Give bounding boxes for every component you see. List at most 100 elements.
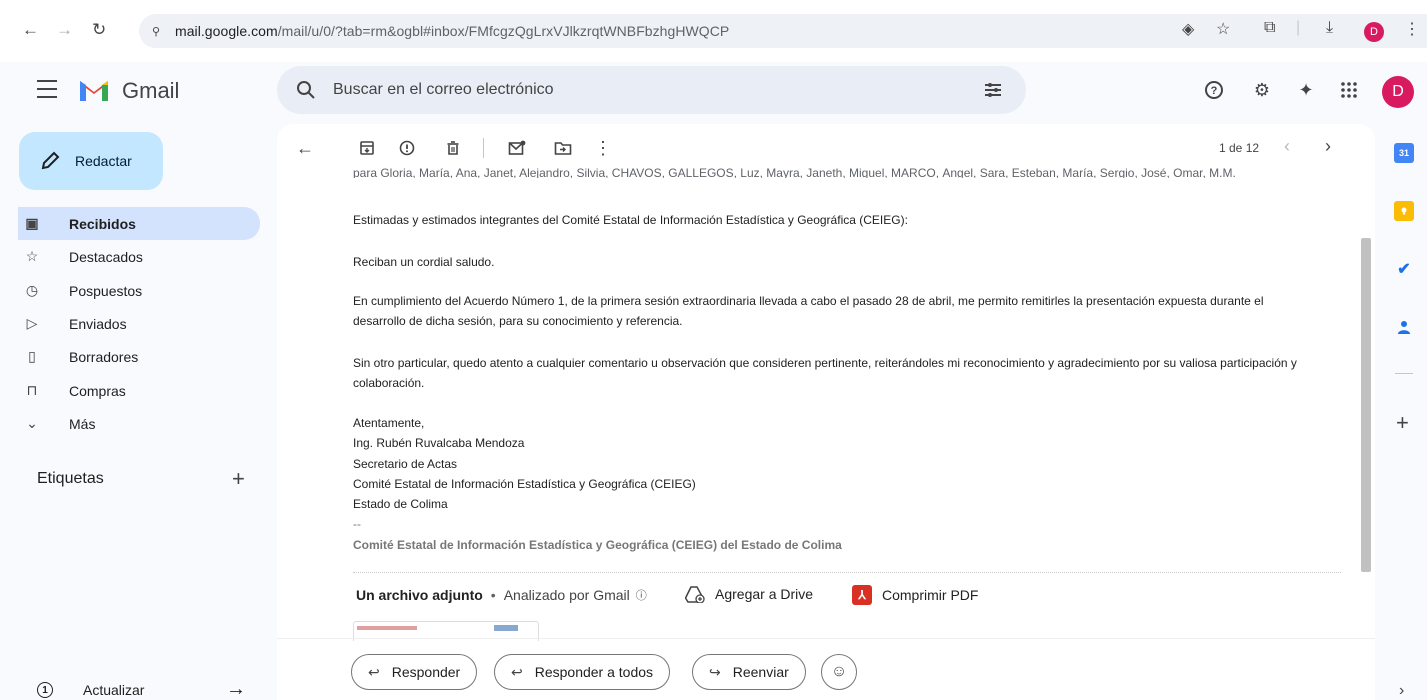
url-path: /mail/u/0/?tab=rm&ogbl#inbox/FMfcgzQgLrx… — [277, 23, 730, 39]
browser-chrome: ← → ↻ ⚲ mail.google.com/mail/u/0/?tab=rm… — [0, 0, 1427, 62]
signature-line: Estado de Colima — [353, 497, 448, 511]
update-count-icon: 1 — [37, 682, 53, 698]
tasks-icon[interactable]: ✔ — [1394, 259, 1414, 279]
attachment-divider — [353, 572, 1341, 573]
bookmark-star-icon[interactable]: ☆ — [1216, 19, 1230, 39]
back-to-inbox-icon[interactable]: ← — [295, 138, 315, 158]
message-view: ← ⋮ 1 de 12 ‹ › para Gloria, María, Ana,… — [277, 124, 1375, 700]
lens-icon[interactable]: ◈ — [1182, 19, 1194, 39]
site-info-icon[interactable]: ⚲ — [145, 20, 167, 42]
report-spam-icon[interactable] — [397, 138, 417, 158]
sidebar-item-label: Recibidos — [69, 215, 136, 232]
drive-add-icon — [685, 586, 705, 603]
drive-label: Agregar a Drive — [715, 586, 814, 602]
pagination-count: 1 de 12 — [1219, 141, 1260, 155]
pdf-label: Comprimir PDF — [882, 587, 979, 603]
keep-icon[interactable] — [1394, 201, 1414, 221]
account-avatar[interactable]: D — [1382, 76, 1414, 108]
scrollbar[interactable] — [1361, 238, 1371, 572]
sidebar-item-label: Borradores — [69, 348, 139, 365]
previous-message-icon[interactable]: ‹ — [1284, 136, 1290, 157]
back-arrow-icon[interactable]: ← — [22, 20, 39, 40]
get-addons-icon[interactable]: + — [1396, 410, 1409, 436]
sidebar-item-purchases[interactable]: ⊓ Compras — [18, 374, 260, 407]
mark-unread-icon[interactable] — [507, 138, 527, 158]
reply-all-button[interactable]: ↩ Responder a todos — [494, 654, 671, 690]
recipients-line[interactable]: para Gloria, María, Ana, Janet, Alejandr… — [353, 168, 1273, 178]
add-to-drive-button[interactable]: Agregar a Drive — [685, 585, 813, 603]
search-input[interactable]: Buscar en el correo electrónico — [333, 81, 554, 99]
compose-label: Redactar — [75, 153, 132, 169]
sidebar-item-more[interactable]: ⌄ Más — [18, 407, 260, 440]
delete-trash-icon[interactable] — [443, 138, 463, 158]
chrome-menu-icon[interactable]: ⋮ — [1404, 19, 1420, 39]
message-toolbar: ← ⋮ 1 de 12 ‹ › — [277, 124, 1375, 172]
next-message-icon[interactable]: › — [1325, 136, 1331, 157]
url-text[interactable]: mail.google.com/mail/u/0/?tab=rm&ogbl#in… — [175, 23, 729, 39]
signature-footer: Comité Estatal de Información Estadístic… — [353, 538, 842, 552]
svg-text:?: ? — [1211, 85, 1218, 97]
reply-label: Responder — [391, 664, 461, 680]
update-label: Actualizar — [83, 682, 145, 698]
toolbar-divider: | — [1296, 19, 1301, 36]
reload-icon[interactable]: ↻ — [92, 20, 106, 40]
arrow-right-icon[interactable]: → — [226, 678, 246, 700]
signature-line: Comité Estatal de Información Estadístic… — [353, 477, 696, 491]
move-to-icon[interactable] — [553, 138, 573, 158]
signature-line: -- — [353, 517, 361, 531]
extensions-icon[interactable]: ⧉ — [1264, 19, 1275, 37]
actions-divider — [277, 638, 1375, 639]
calendar-icon[interactable]: 31 — [1394, 143, 1414, 163]
signature-line: Ing. Rubén Ruvalcaba Mendoza — [353, 436, 525, 450]
inbox-icon: ▣ — [25, 215, 39, 231]
settings-gear-icon[interactable]: ⚙ — [1251, 79, 1273, 101]
sidebar-item-sent[interactable]: ▷ Enviados — [18, 307, 260, 340]
reply-all-label: Responder a todos — [534, 664, 654, 680]
sidebar-item-starred[interactable]: ☆ Destacados — [18, 240, 260, 273]
forward-button[interactable]: ↪ Reenviar — [692, 654, 806, 690]
sidebar-item-label: Pospuestos — [69, 282, 143, 299]
expand-panel-icon[interactable]: › — [1399, 682, 1404, 700]
draft-icon: ▯ — [28, 348, 36, 364]
scan-status: Analizado por Gmail — [503, 587, 630, 603]
compose-button[interactable]: Redactar — [19, 132, 163, 190]
reply-icon: ↩ — [368, 663, 380, 680]
download-icon[interactable]: ⤓ — [1326, 19, 1333, 37]
compress-pdf-button[interactable]: ⅄ Comprimir PDF — [852, 585, 978, 605]
profile-avatar[interactable]: D — [1364, 22, 1384, 42]
signature-line: Secretario de Actas — [353, 457, 458, 471]
email-greeting: Estimadas y estimados integrantes del Co… — [353, 213, 908, 227]
pdf-icon: ⅄ — [852, 585, 872, 605]
emoji-reaction-icon[interactable]: ☺ — [821, 654, 857, 690]
main-menu-icon[interactable] — [37, 80, 57, 98]
signature-line: Atentamente, — [353, 416, 425, 430]
contacts-icon[interactable] — [1394, 317, 1414, 337]
search-bar[interactable]: Buscar en el correo electrónico — [277, 66, 1026, 114]
url-host: mail.google.com — [175, 23, 278, 39]
gemini-sparkle-icon[interactable]: ✦ — [1295, 79, 1317, 101]
shopping-icon: ⊓ — [26, 382, 38, 398]
archive-icon[interactable] — [357, 138, 377, 158]
gmail-logo-icon — [80, 81, 108, 101]
help-icon[interactable]: ? — [1203, 79, 1225, 101]
forward-arrow-icon[interactable]: → — [56, 20, 73, 40]
sidebar-item-inbox[interactable]: ▣ Recibidos — [18, 207, 260, 240]
attachment-title: Un archivo adjunto — [356, 587, 483, 603]
reply-all-icon: ↩ — [511, 663, 523, 680]
attachment-separator: • — [490, 587, 496, 603]
info-icon[interactable]: ⓘ — [636, 587, 647, 603]
sidebar-item-label: Enviados — [69, 315, 127, 332]
more-options-icon[interactable]: ⋮ — [593, 138, 613, 158]
search-options-icon[interactable] — [982, 79, 1004, 101]
reply-button[interactable]: ↩ Responder — [351, 654, 478, 690]
search-icon[interactable] — [295, 79, 317, 101]
apps-grid-icon[interactable] — [1338, 79, 1360, 101]
sidebar-item-drafts[interactable]: ▯ Borradores — [18, 340, 260, 373]
sidebar-item-snoozed[interactable]: ◷ Pospuestos — [18, 274, 260, 307]
add-label-icon[interactable]: + — [232, 466, 245, 492]
sidebar-item-label: Destacados — [69, 248, 143, 265]
address-bar[interactable]: ⚲ mail.google.com/mail/u/0/?tab=rm&ogbl#… — [139, 14, 1427, 48]
gmail-wordmark[interactable]: Gmail — [122, 78, 179, 104]
update-notice[interactable]: 1 Actualizar — [37, 682, 144, 698]
sidebar-item-label: Más — [69, 415, 96, 432]
